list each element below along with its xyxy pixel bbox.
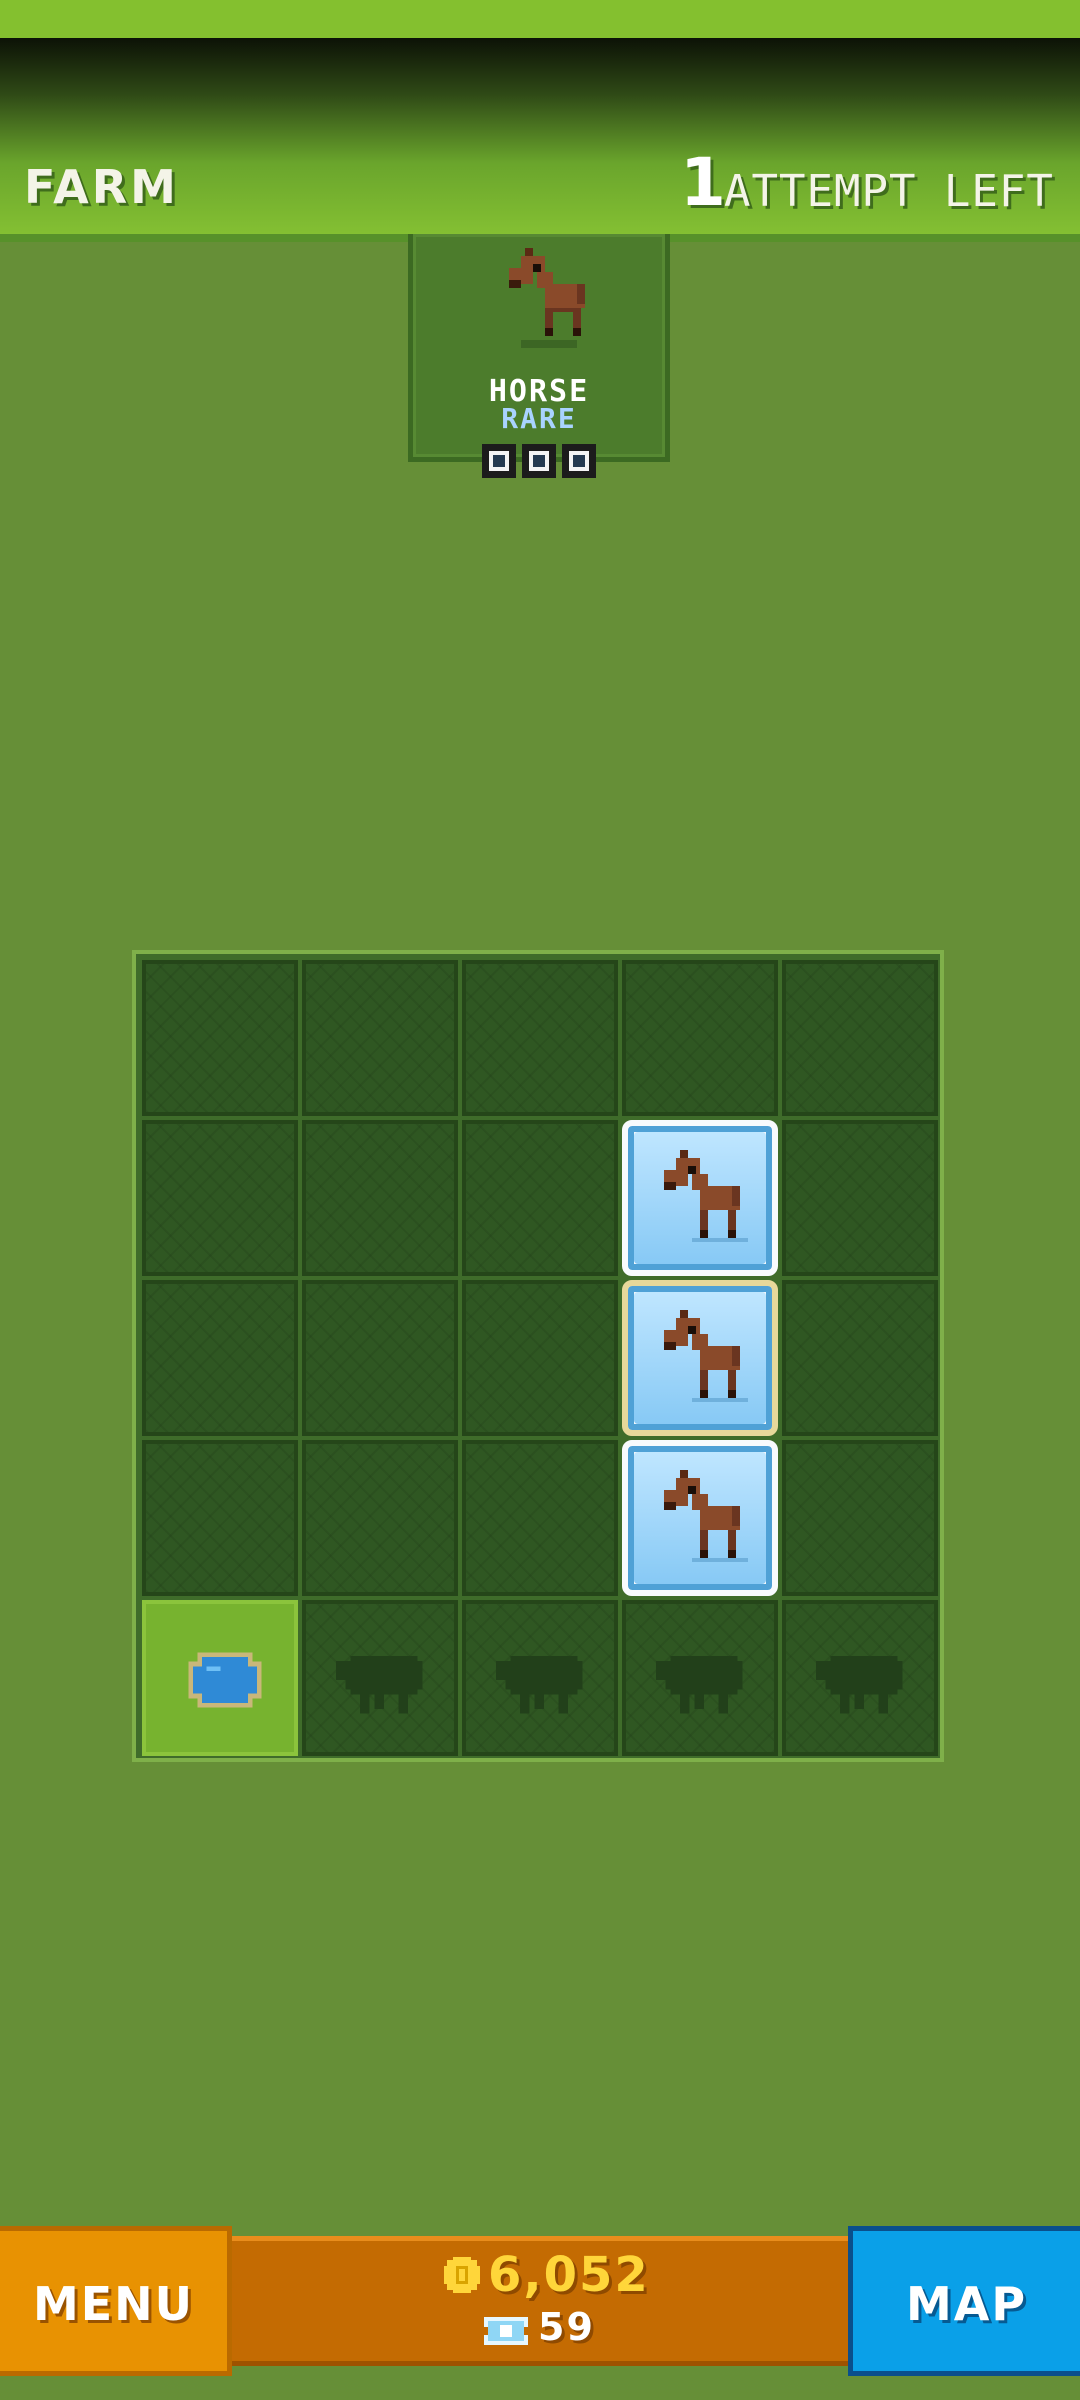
progress-pip — [522, 444, 556, 478]
board-cell-2-1[interactable] — [302, 1280, 458, 1436]
attempts-count: 1 — [680, 144, 726, 221]
board-cell-3-1[interactable] — [302, 1440, 458, 1596]
board-cell-horse-1-3[interactable] — [622, 1120, 778, 1276]
sheep-silhouette-icon — [656, 1656, 743, 1714]
board-cell-horse-2-3[interactable] — [622, 1280, 778, 1436]
board-cell-3-0[interactable] — [142, 1440, 298, 1596]
target-animal-card: HORSE RARE — [408, 234, 670, 462]
board-cell-1-1[interactable] — [302, 1120, 458, 1276]
progress-pip — [562, 444, 596, 478]
sheep-silhouette-icon — [816, 1656, 903, 1714]
game-board — [132, 950, 944, 1762]
board-cell-3-4[interactable] — [782, 1440, 938, 1596]
board-cell-horse-3-3[interactable] — [622, 1440, 778, 1596]
board-cell-3-2[interactable] — [462, 1440, 618, 1596]
board-cell-0-0[interactable] — [142, 960, 298, 1116]
board-cell-0-1[interactable] — [302, 960, 458, 1116]
map-button[interactable]: MAP — [848, 2226, 1080, 2376]
status-strip — [0, 0, 1080, 38]
board-cell-0-3[interactable] — [622, 960, 778, 1116]
board-cell-4-2[interactable] — [462, 1600, 618, 1756]
attempts-label: ATTEMPT LEFT — [724, 166, 1054, 217]
board-cell-0-4[interactable] — [782, 960, 938, 1116]
board-cell-2-2[interactable] — [462, 1280, 618, 1436]
board-cell-1-0[interactable] — [142, 1120, 298, 1276]
progress-pips — [482, 444, 606, 484]
board-cell-1-2[interactable] — [462, 1120, 618, 1276]
progress-pip — [482, 444, 516, 478]
sheep-silhouette-icon — [336, 1656, 423, 1714]
horse-icon — [664, 1310, 748, 1402]
horse-icon — [664, 1470, 748, 1562]
board-cell-4-4[interactable] — [782, 1600, 938, 1756]
horse-icon — [509, 248, 585, 348]
game-screen: FARM 1 ATTEMPT LEFT HORSE RARE MENU 6,05… — [0, 0, 1080, 2400]
board-cell-4-3[interactable] — [622, 1600, 778, 1756]
target-rarity: RARE — [501, 402, 577, 435]
ticket-icon — [484, 2317, 528, 2345]
menu-button[interactable]: MENU — [0, 2226, 232, 2376]
board-cell-0-2[interactable] — [462, 960, 618, 1116]
menu-button-label: MENU — [32, 2277, 195, 2331]
map-button-label: MAP — [905, 2277, 1028, 2331]
horse-icon — [664, 1150, 748, 1242]
ticket-amount: 59 — [538, 2305, 595, 2349]
currency-panel: 6,052 59 — [232, 2236, 848, 2366]
pond-icon — [188, 1652, 262, 1708]
board-cell-2-0[interactable] — [142, 1280, 298, 1436]
board-cell-2-4[interactable] — [782, 1280, 938, 1436]
coin-icon — [444, 2257, 480, 2293]
bottom-bar: MENU 6,052 59 MAP — [0, 2226, 1080, 2376]
sheep-silhouette-icon — [496, 1656, 583, 1714]
board-cell-pond-4-0[interactable] — [142, 1600, 298, 1756]
board-cell-4-1[interactable] — [302, 1600, 458, 1756]
area-title: FARM — [24, 160, 179, 214]
board-cell-1-4[interactable] — [782, 1120, 938, 1276]
coin-amount: 6,052 — [488, 2247, 650, 2303]
